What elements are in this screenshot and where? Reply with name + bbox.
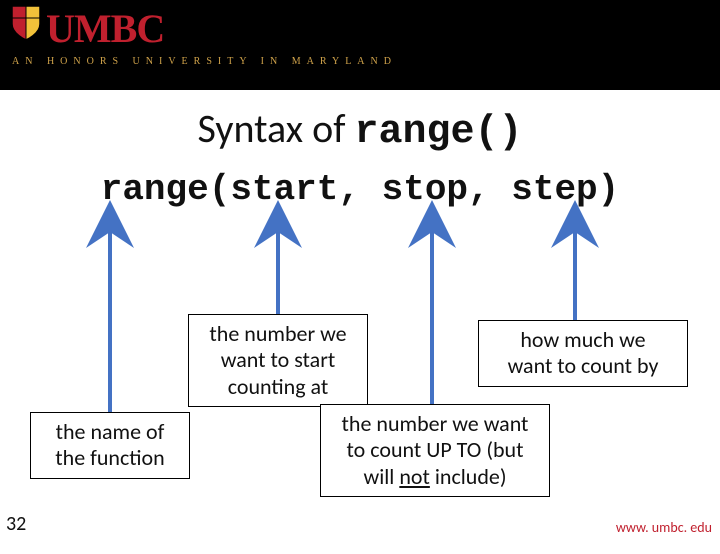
tagline: AN HONORS UNIVERSITY IN MARYLAND — [12, 56, 397, 67]
code-comma2: , — [468, 169, 511, 210]
shield-icon — [10, 4, 42, 42]
slide-title: Syntax of range() — [0, 104, 720, 155]
box-step-l1: how much we — [489, 327, 677, 353]
box-stop: the number we want to count UP TO (but w… — [320, 404, 550, 497]
box-step-l2: want to count by — [489, 353, 677, 379]
box-start-l1: the number we — [199, 321, 357, 347]
code-comma1: , — [338, 169, 381, 210]
box-start-l3: counting at — [199, 374, 357, 400]
box-name-l2: the function — [41, 445, 179, 471]
box-name: the name of the function — [30, 412, 190, 479]
code-stop: stop — [382, 169, 468, 210]
umbc-logo: UMBC — [10, 4, 164, 52]
title-pre: Syntax of — [197, 104, 354, 153]
footer-url: www. umbc. edu — [616, 519, 712, 536]
logo-text: UMBC — [46, 5, 164, 52]
header-bar: UMBC AN HONORS UNIVERSITY IN MARYLAND — [0, 0, 720, 90]
title-mono: range() — [355, 110, 523, 155]
box-start-l2: want to start — [199, 347, 357, 373]
footer: 32 www. umbc. edu — [0, 514, 720, 540]
slide-number: 32 — [6, 512, 26, 536]
code-paren-open: ( — [209, 169, 231, 210]
code-line: range(start, stop, step) — [0, 169, 720, 210]
box-stop-l1: the number we want — [331, 411, 539, 437]
box-start: the number we want to start counting at — [188, 314, 368, 407]
box-step: how much we want to count by — [478, 320, 688, 387]
box-name-l1: the name of — [41, 419, 179, 445]
box-stop-l2: to count UP TO (but — [331, 437, 539, 463]
code-range: range — [101, 169, 209, 210]
slide-body: Syntax of range() range(start, stop, ste… — [0, 104, 720, 554]
code-paren-close: ) — [598, 169, 620, 210]
code-step: step — [511, 169, 597, 210]
code-start: start — [230, 169, 338, 210]
box-stop-l3: will not include) — [331, 464, 539, 490]
